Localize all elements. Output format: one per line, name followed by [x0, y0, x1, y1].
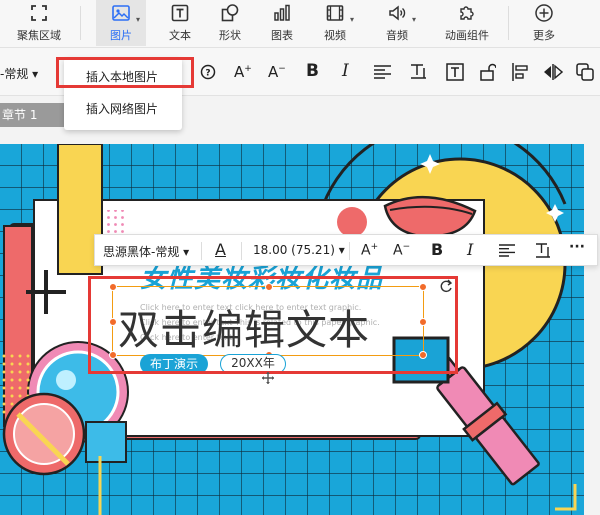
- text-button[interactable]: 文本: [160, 0, 200, 46]
- shape-icon: [221, 4, 239, 22]
- text-box-icon[interactable]: [446, 63, 464, 81]
- italic-icon[interactable]: I: [342, 61, 349, 81]
- chevron-down-icon: ▾: [412, 15, 417, 24]
- chart-icon: [274, 4, 290, 21]
- toolbar-divider: [241, 242, 242, 260]
- highlight-box: [88, 276, 458, 374]
- text-label: 文本: [169, 29, 191, 42]
- help-icon[interactable]: ?: [200, 64, 216, 80]
- increase-font-icon[interactable]: A+: [361, 242, 378, 259]
- more-options-icon[interactable]: ···: [569, 239, 585, 255]
- audio-button[interactable]: 音频 ▾: [374, 0, 420, 46]
- animation-component-label: 动画组件: [445, 29, 489, 42]
- line-spacing-icon[interactable]: [535, 243, 551, 259]
- shape-label: 形状: [219, 29, 241, 42]
- focus-area-button[interactable]: 聚焦区域: [6, 0, 72, 46]
- bold-icon[interactable]: B: [431, 240, 443, 259]
- italic-icon[interactable]: I: [467, 240, 473, 259]
- more-label: 更多: [533, 29, 555, 42]
- mirror-shine-shape: [56, 370, 76, 390]
- video-button[interactable]: 视频 ▾: [312, 0, 358, 46]
- video-label: 视频: [324, 29, 346, 42]
- section-tab-label: 章节 1: [2, 108, 38, 122]
- increase-font-icon[interactable]: A+: [234, 63, 252, 81]
- font-size-value: 18.00 (75.21): [253, 243, 335, 257]
- font-style-value: -常规: [0, 67, 29, 81]
- highlight-box: [56, 57, 194, 88]
- font-style-select[interactable]: -常规 ▾: [0, 65, 38, 82]
- blue-block-shape: [85, 421, 127, 463]
- chevron-down-icon: ▾: [136, 15, 141, 24]
- plus-circle-icon: [535, 4, 553, 22]
- picture-button[interactable]: 图片 ▾: [96, 0, 146, 46]
- text-box-icon: [171, 4, 189, 22]
- ribbon: 聚焦区域 图片 ▾ 文本 形状 图表 视频 ▾ 音频 ▾ 动画组件 更多: [0, 0, 600, 48]
- video-icon: [326, 5, 344, 21]
- chart-button[interactable]: 图表: [262, 0, 302, 46]
- ribbon-divider: [508, 6, 509, 40]
- font-family-select[interactable]: 思源黑体-常规 ▾: [103, 243, 189, 260]
- compact-inner-shape: [13, 403, 75, 465]
- focus-area-label: 聚焦区域: [17, 29, 61, 42]
- unlock-icon[interactable]: [480, 63, 496, 81]
- align-left-icon[interactable]: [512, 63, 529, 81]
- picture-icon: [112, 5, 130, 21]
- text-format-toolbar: 思源黑体-常规 ▾ A 18.00 (75.21) ▾ A+ A− B I ··…: [94, 234, 598, 266]
- menu-item-insert-web-image[interactable]: 插入网络图片: [64, 94, 182, 124]
- chart-label: 图表: [271, 29, 293, 42]
- bold-icon[interactable]: B: [306, 61, 319, 81]
- line-spacing-icon[interactable]: [410, 64, 427, 80]
- audio-label: 音频: [386, 29, 408, 42]
- align-icon[interactable]: [374, 65, 391, 79]
- pink-dot-shape: [337, 207, 367, 237]
- audio-icon: [389, 5, 406, 21]
- puzzle-icon: [460, 6, 474, 20]
- font-family-value: 思源黑体-常规: [103, 245, 180, 259]
- shape-button[interactable]: 形状: [210, 0, 250, 46]
- decrease-font-icon[interactable]: A−: [268, 63, 286, 81]
- copy-icon[interactable]: [576, 63, 594, 81]
- decrease-font-icon[interactable]: A−: [393, 242, 410, 259]
- more-button[interactable]: 更多: [524, 0, 564, 46]
- flip-horizontal-icon[interactable]: [543, 64, 563, 80]
- align-icon[interactable]: [499, 244, 515, 257]
- move-icon[interactable]: [262, 372, 274, 384]
- menu-item-label: 插入网络图片: [86, 102, 159, 116]
- chevron-down-icon: ▾: [350, 15, 355, 24]
- toolbar-divider: [201, 242, 202, 260]
- ribbon-divider: [80, 6, 81, 40]
- animation-component-button[interactable]: 动画组件: [436, 0, 498, 46]
- font-color-icon[interactable]: A: [215, 240, 226, 259]
- picture-label: 图片: [110, 29, 132, 42]
- svg-text:?: ?: [205, 69, 210, 79]
- focus-area-icon: [31, 5, 47, 21]
- font-size-select[interactable]: 18.00 (75.21) ▾: [253, 243, 345, 257]
- toolbar-divider: [349, 242, 350, 260]
